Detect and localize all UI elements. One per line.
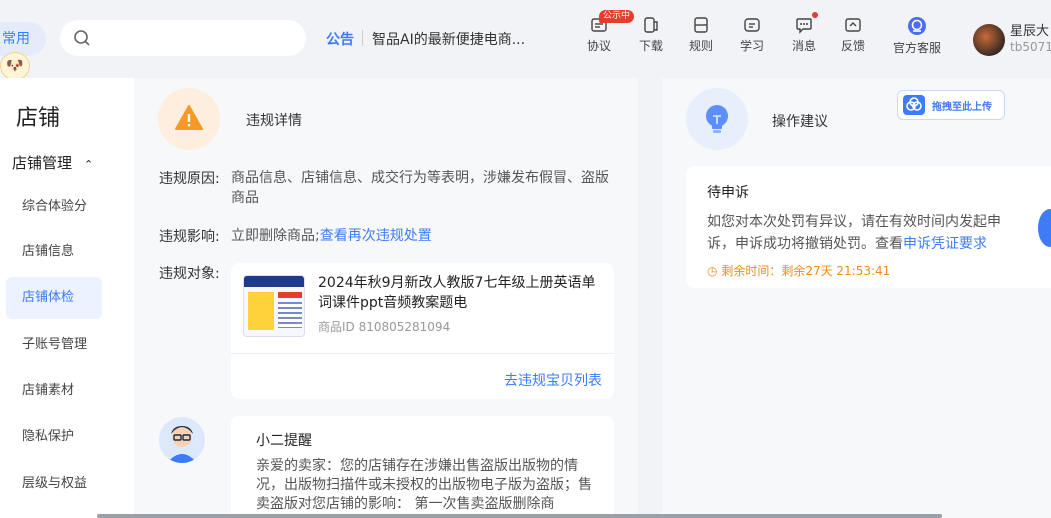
user-id: tb5071 xyxy=(1010,40,1051,54)
divider xyxy=(231,353,614,354)
tool-feedback[interactable]: 反馈 xyxy=(841,16,865,54)
drag-upload-button[interactable]: 拖拽至此上传 xyxy=(897,90,1005,120)
sidebar-item-store-info[interactable]: 店铺信息 xyxy=(6,231,102,273)
remaining-time-text: 剩余时间：剩余27天 21:53:41 xyxy=(721,264,891,278)
notice-divider xyxy=(362,30,363,46)
violation-reason-text: 商品信息、店铺信息、成交行为等表明，涉嫌发布假冒、盗版商品 xyxy=(231,170,609,206)
suggestion-title: 操作建议 xyxy=(772,114,828,130)
upload-label: 拖拽至此上传 xyxy=(932,102,992,113)
sidebar-item-level-benefits[interactable]: 层级与权益 xyxy=(6,463,102,505)
sidebar-item-store-checkup[interactable]: 店铺体检 xyxy=(6,277,102,319)
sidebar-item-privacy[interactable]: 隐私保护 xyxy=(6,416,102,458)
tool-message[interactable]: 消息 xyxy=(792,12,819,54)
violation-impact-label: 违规影响: xyxy=(159,229,220,245)
remaining-time: ◷ 剩余时间：剩余27天 21:53:41 xyxy=(707,262,890,279)
repeat-violation-link[interactable]: 查看再次违规处置 xyxy=(320,228,432,244)
lightbulb-icon xyxy=(706,105,728,133)
product-card: 2024年秋9月新改人教版7七年级上册英语单词课件ppt音频教案题电 商品ID … xyxy=(231,263,614,399)
violation-impact: 立即删除商品;查看再次违规处置 xyxy=(231,226,432,246)
message-icon xyxy=(796,18,812,34)
appeal-card: 待申诉 如您对本次处罚有异议，请在有效时间内发起申诉，申诉成功将撤销处罚。查看申… xyxy=(686,166,1051,288)
violation-detail-title: 违规详情 xyxy=(246,113,302,129)
reminder-text: 亲爱的卖家：您的店铺存在涉嫌出售盗版出版物的情况，出版物扫描件或未授权的出版物电… xyxy=(256,458,592,512)
customer-service-icon xyxy=(908,17,926,35)
frequent-tab[interactable]: 常用 xyxy=(0,22,46,56)
appeal-evidence-link[interactable]: 申诉凭证要求 xyxy=(903,236,987,252)
sidebar-item-sub-accounts[interactable]: 子账号管理 xyxy=(6,324,102,366)
product-title[interactable]: 2024年秋9月新改人教版7七年级上册英语单词课件ppt音频教案题电 xyxy=(318,273,608,313)
appeal-title: 待申诉 xyxy=(707,185,749,201)
tool-label: 协议 xyxy=(587,39,612,53)
sidebar-group-label: 店铺管理 xyxy=(12,154,73,172)
tool-learn[interactable]: 学习 xyxy=(740,16,764,54)
search-input[interactable] xyxy=(98,28,294,48)
feedback-icon xyxy=(845,18,861,32)
violation-reason-label: 违规原因: xyxy=(159,171,220,187)
download-icon xyxy=(644,17,658,33)
chevron-up-icon: ⌃ xyxy=(84,158,94,171)
horizontal-scrollbar[interactable] xyxy=(97,514,942,518)
clock-icon: ◷ xyxy=(707,264,718,278)
user-name[interactable]: 星辰大 xyxy=(1010,20,1049,39)
rules-icon xyxy=(694,17,708,33)
tool-label: 下载 xyxy=(639,39,664,53)
reminder-card: 小二提醒 亲爱的卖家：您的店铺存在涉嫌出售盗版出版物的情况，出版物扫描件或未授权… xyxy=(231,416,614,518)
mascot-icon[interactable]: 🐶 xyxy=(0,52,30,80)
violation-impact-text: 立即删除商品; xyxy=(231,228,320,244)
tool-label: 反馈 xyxy=(841,39,866,53)
search-icon xyxy=(74,30,90,46)
top-bar: 常用 🐶 公告 智品AI的最新便捷电商... 公示中 协议 下载 规则 学习 消… xyxy=(0,0,1051,80)
assistant-avatar xyxy=(159,417,205,463)
tool-customer-service[interactable]: 官方客服 xyxy=(893,16,941,56)
product-thumbnail[interactable] xyxy=(243,275,305,337)
upload-icon xyxy=(903,95,925,115)
sidebar-item-store-assets[interactable]: 店铺素材 xyxy=(6,370,102,412)
appeal-text: 如您对本次处罚有异议，请在有效时间内发起申诉，申诉成功将撤销处罚。查看申诉凭证要… xyxy=(707,211,1017,255)
warning-icon xyxy=(175,105,203,130)
tool-agreement[interactable]: 公示中 协议 xyxy=(587,10,635,54)
product-id: 商品ID 810805281094 xyxy=(318,320,451,334)
tool-label: 规则 xyxy=(689,39,714,53)
reminder-title: 小二提醒 xyxy=(256,433,312,449)
sidebar-group-store-management[interactable]: 店铺管理 ⌃ xyxy=(12,152,93,173)
notice-text[interactable]: 智品AI的最新便捷电商... xyxy=(372,29,525,49)
public-badge: 公示中 xyxy=(599,10,635,23)
tool-label: 消息 xyxy=(792,39,817,53)
learn-icon xyxy=(744,18,760,32)
warning-badge xyxy=(158,88,220,150)
suggestion-badge xyxy=(686,88,748,150)
violation-items-link[interactable]: 去违规宝贝列表 xyxy=(504,370,602,390)
sidebar-item-experience-score[interactable]: 综合体验分 xyxy=(6,186,102,228)
tool-label: 学习 xyxy=(740,39,765,53)
user-avatar[interactable] xyxy=(973,24,1005,56)
sidebar: 店铺 店铺管理 ⌃ 综合体验分 店铺信息 店铺体检 子账号管理 店铺素材 隐私保护… xyxy=(0,78,134,518)
tool-label: 官方客服 xyxy=(893,41,942,55)
tool-rules[interactable]: 规则 xyxy=(689,16,713,54)
search-box[interactable] xyxy=(60,20,306,56)
sidebar-title: 店铺 xyxy=(16,106,61,131)
violation-target-label: 违规对象: xyxy=(159,266,220,282)
tool-download[interactable]: 下载 xyxy=(639,16,663,54)
notice-tag[interactable]: 公告 xyxy=(326,29,354,49)
unread-dot xyxy=(812,12,819,18)
